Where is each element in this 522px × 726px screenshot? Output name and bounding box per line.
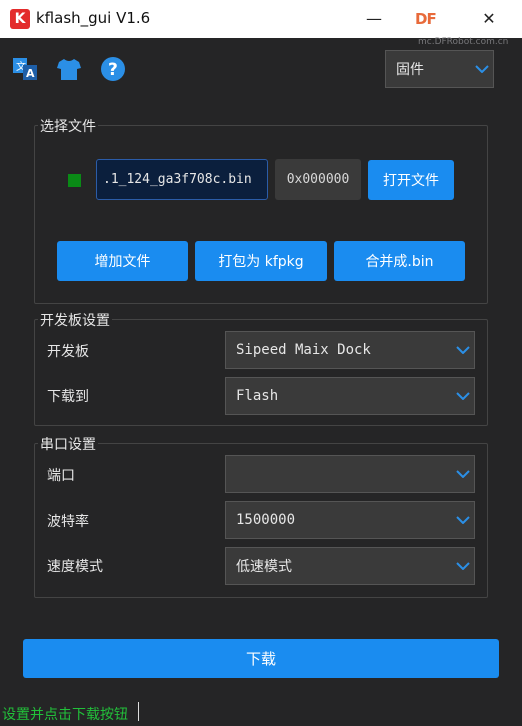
add-file-button[interactable]: 增加文件 (57, 241, 188, 281)
firmware-select-value: 固件 (396, 62, 424, 78)
firmware-select[interactable]: 固件 (385, 50, 494, 88)
port-label: 端口 (47, 468, 75, 484)
tshirt-icon[interactable] (56, 56, 82, 82)
port-select[interactable] (225, 455, 475, 493)
download-to-select-value: Flash (236, 388, 279, 404)
speed-mode-select-value: 低速模式 (236, 559, 292, 575)
app-logo: K (10, 9, 30, 29)
speed-mode-label: 速度模式 (47, 559, 103, 575)
chevron-down-icon (452, 502, 474, 538)
translate-icon[interactable]: 文 A (12, 56, 38, 82)
help-icon[interactable]: ? (100, 56, 126, 82)
baud-label: 波特率 (47, 514, 89, 530)
board-label: 开发板 (47, 344, 89, 360)
close-button[interactable]: ✕ (466, 0, 512, 38)
text-caret (138, 702, 139, 721)
svg-text:?: ? (108, 60, 118, 80)
board-select-value: Sipeed Maix Dock (236, 342, 371, 358)
file-status-indicator (68, 174, 81, 187)
minimize-button[interactable]: — (351, 0, 397, 38)
address-input[interactable]: 0x000000 (275, 159, 361, 200)
svg-text:A: A (26, 67, 35, 80)
status-text: 设置并点击下载按钮 (2, 707, 128, 723)
chevron-down-icon (452, 378, 474, 414)
baud-select[interactable]: 1500000 (225, 501, 475, 539)
baud-select-value: 1500000 (236, 512, 296, 528)
chevron-down-icon (452, 332, 474, 368)
file-section-title: 选择文件 (38, 116, 98, 136)
watermark-url: mc.DFRobot.com.cn (418, 37, 509, 47)
chevron-down-icon (452, 548, 474, 584)
file-path-input[interactable]: .1_124_ga3f708c.bin (96, 159, 268, 200)
merge-bin-button[interactable]: 合并成.bin (334, 241, 465, 281)
chevron-down-icon (452, 456, 474, 492)
board-section-title: 开发板设置 (38, 310, 112, 330)
open-file-button[interactable]: 打开文件 (368, 160, 454, 200)
download-to-select[interactable]: Flash (225, 377, 475, 415)
pack-kfpkg-button[interactable]: 打包为 kfpkg (195, 241, 327, 281)
serial-section-title: 串口设置 (38, 434, 98, 454)
window-title: kflash_gui V1.6 (36, 9, 151, 27)
watermark-logo: DF (415, 10, 437, 28)
board-select[interactable]: Sipeed Maix Dock (225, 331, 475, 369)
title-bar: K kflash_gui V1.6 — DF ✕ (0, 0, 522, 38)
chevron-down-icon (471, 51, 493, 87)
speed-mode-select[interactable]: 低速模式 (225, 547, 475, 585)
download-button[interactable]: 下载 (23, 639, 499, 678)
download-to-label: 下载到 (47, 389, 89, 405)
